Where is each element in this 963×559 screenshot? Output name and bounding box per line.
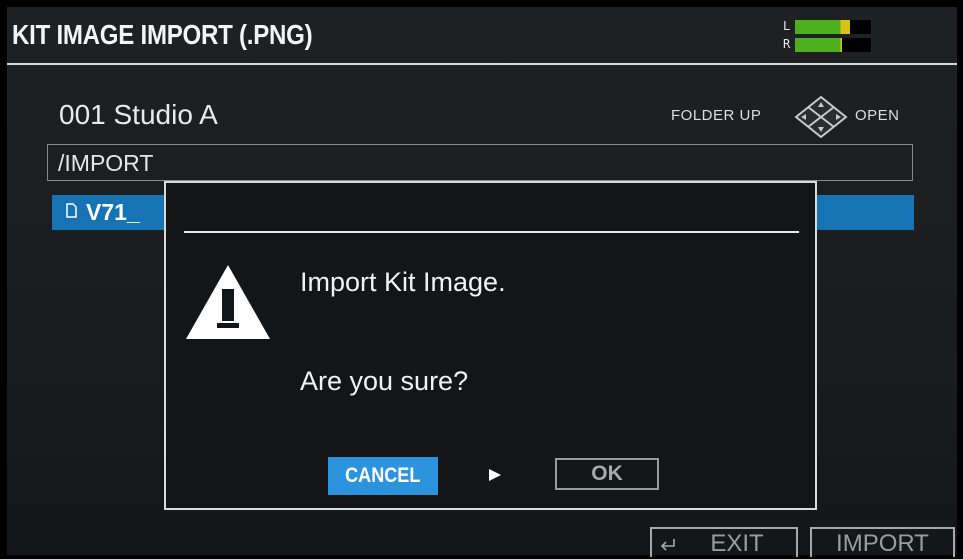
path-value: /IMPORT bbox=[58, 150, 154, 176]
device-screen: KIT IMAGE IMPORT (.PNG) L R 001 Studio A… bbox=[7, 7, 957, 557]
folder-nav-hint: FOLDER UP OPEN bbox=[671, 95, 911, 139]
meter-left-row: L bbox=[783, 19, 873, 35]
warning-icon bbox=[186, 265, 270, 339]
meter-left-fill bbox=[795, 20, 850, 34]
dialog-divider bbox=[184, 231, 799, 233]
header-bar: KIT IMAGE IMPORT (.PNG) L R bbox=[7, 7, 957, 65]
exit-button[interactable]: EXIT bbox=[650, 527, 798, 557]
meter-right-row: R bbox=[783, 37, 873, 53]
meter-right-fill bbox=[795, 38, 843, 52]
dialog-question: Are you sure? bbox=[300, 366, 469, 396]
import-button[interactable]: IMPORT bbox=[810, 527, 955, 557]
meter-left-bar bbox=[795, 20, 871, 34]
ok-button[interactable]: OK bbox=[555, 458, 659, 490]
open-label: OPEN bbox=[855, 107, 900, 124]
right-arrow-icon bbox=[489, 469, 501, 481]
page-title: KIT IMAGE IMPORT (.PNG) bbox=[12, 19, 313, 50]
path-field: /IMPORT bbox=[47, 144, 913, 181]
kit-name: 001 Studio A bbox=[59, 99, 218, 130]
meter-left-label: L bbox=[783, 19, 791, 33]
meter-right-bar bbox=[795, 38, 871, 52]
cancel-button-label: CANCEL bbox=[345, 464, 421, 487]
level-meter: L R bbox=[783, 15, 873, 55]
file-icon bbox=[66, 203, 77, 218]
dialog-message: Import Kit Image. bbox=[300, 267, 506, 297]
cancel-button[interactable]: CANCEL bbox=[328, 457, 438, 495]
file-name: V71_ bbox=[86, 199, 140, 225]
exit-label: EXIT bbox=[710, 530, 764, 557]
folder-up-label: FOLDER UP bbox=[671, 107, 762, 124]
return-icon bbox=[660, 539, 675, 551]
cursor-pad-icon[interactable] bbox=[793, 95, 849, 139]
meter-right-label: R bbox=[783, 37, 791, 51]
confirm-dialog: Import Kit Image. Are you sure? CANCEL O… bbox=[164, 181, 817, 510]
